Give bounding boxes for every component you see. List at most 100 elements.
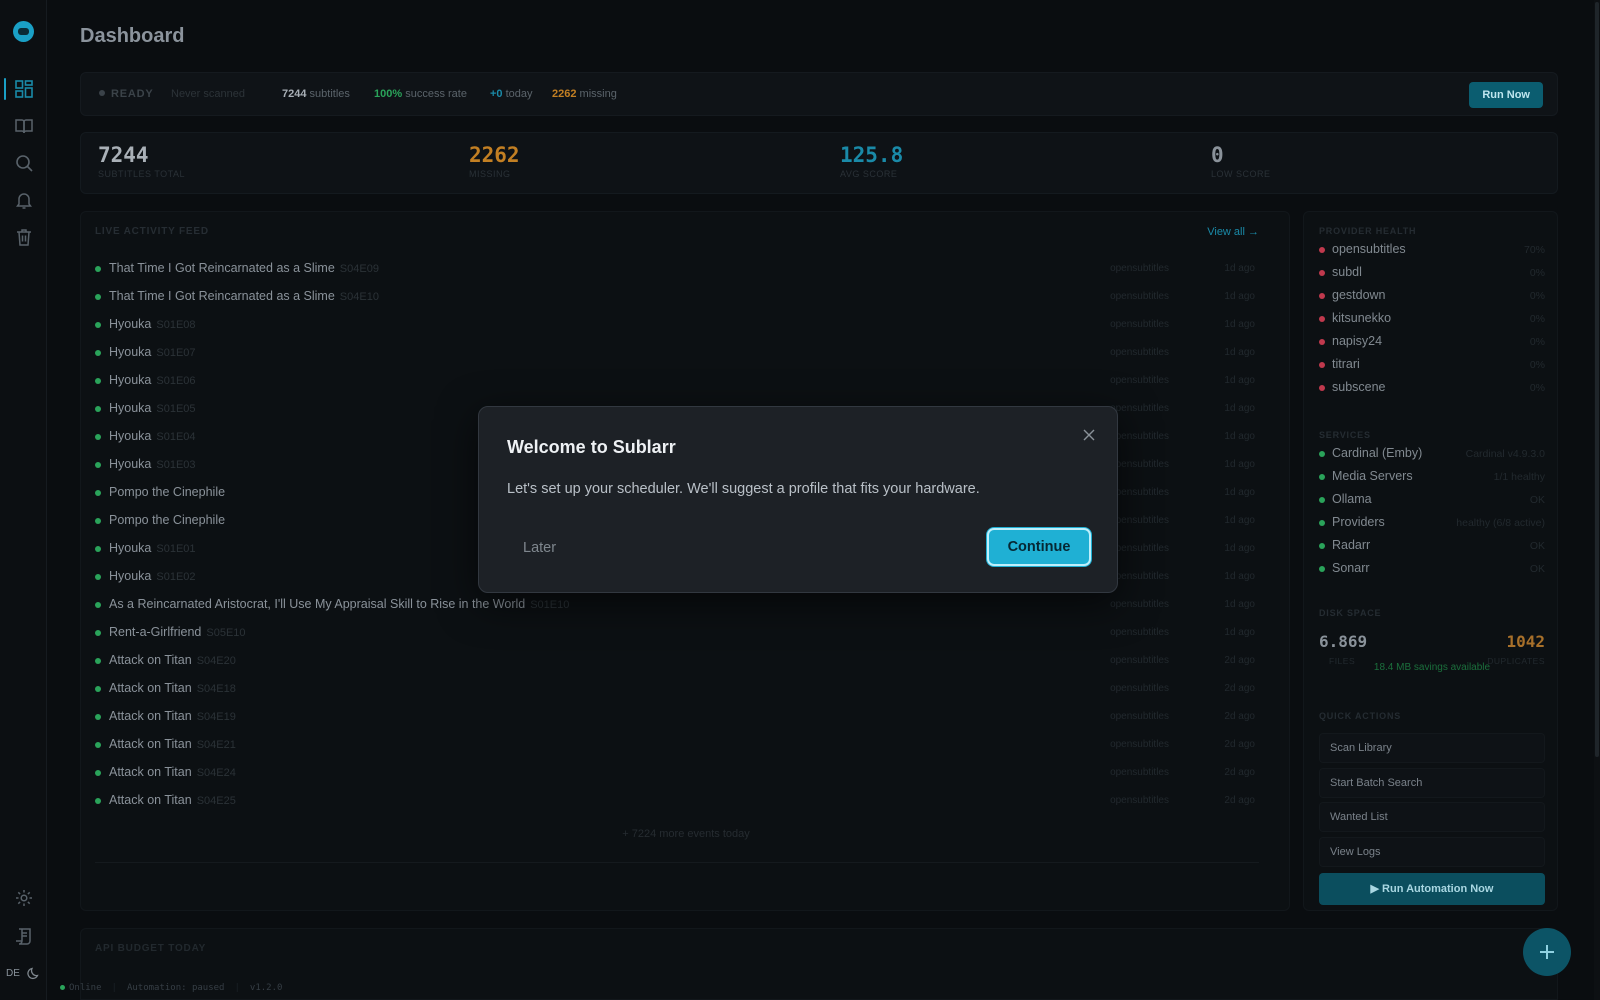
service-name: Cardinal (Emby) bbox=[1332, 446, 1423, 460]
feed-item-time: 2d ago bbox=[1224, 767, 1255, 778]
continue-button[interactable]: Continue bbox=[987, 528, 1091, 566]
today-count: +0 today bbox=[490, 88, 533, 100]
scan-status-bar: READY Never scanned 7244 subtitles 100% … bbox=[80, 72, 1558, 116]
start-batch-search-button[interactable]: Start Batch Search bbox=[1319, 768, 1545, 798]
feed-item-episode: S05E10 bbox=[206, 627, 246, 639]
status-dot bbox=[1319, 520, 1325, 526]
success-dot bbox=[95, 322, 101, 328]
success-dot bbox=[95, 798, 101, 804]
stat-subtitles-total: 7244 SUBTITLES TOTAL bbox=[98, 143, 185, 179]
welcome-modal: Welcome to Sublarr Let's set up your sch… bbox=[478, 406, 1118, 593]
feed-item-source: opensubtitles bbox=[1110, 347, 1169, 358]
scan-library-button[interactable]: Scan Library bbox=[1319, 733, 1545, 763]
feed-row[interactable]: Hyouka S01E07 opensubtitles 1d ago bbox=[95, 343, 1255, 363]
theme-moon-icon[interactable] bbox=[27, 966, 41, 980]
feed-item-source: opensubtitles bbox=[1110, 403, 1169, 414]
feed-item-episode: S01E07 bbox=[156, 347, 196, 359]
feed-row[interactable]: Rent-a-Girlfriend S05E10 opensubtitles 1d a… bbox=[95, 623, 1255, 643]
feed-item-time: 1d ago bbox=[1224, 403, 1255, 414]
feed-item-episode: S04E09 bbox=[339, 263, 379, 275]
feed-item-time: 1d ago bbox=[1224, 263, 1255, 274]
trash-icon[interactable] bbox=[13, 226, 35, 248]
feed-row[interactable]: Hyouka S01E06 opensubtitles 1d ago bbox=[95, 371, 1255, 391]
feed-row[interactable]: Attack on Titan S04E18 opensubtitles 2d ago bbox=[95, 679, 1255, 699]
feed-item-time: 2d ago bbox=[1224, 739, 1255, 750]
later-button[interactable]: Later bbox=[507, 531, 573, 565]
feed-row[interactable]: Attack on Titan S04E24 opensubtitles 2d ago bbox=[95, 763, 1255, 783]
feed-item-title: That Time I Got Reincarnated as a Slime S… bbox=[109, 289, 379, 303]
search-icon[interactable] bbox=[13, 152, 35, 174]
app-logo[interactable] bbox=[13, 21, 34, 42]
settings-gear-icon[interactable] bbox=[13, 887, 35, 909]
missing-count: 2262 missing bbox=[552, 88, 617, 100]
stat-label: LOW SCORE bbox=[1211, 169, 1271, 179]
success-dot bbox=[95, 602, 101, 608]
success-dot bbox=[95, 714, 101, 720]
success-dot bbox=[95, 574, 101, 580]
feed-item-source: opensubtitles bbox=[1110, 767, 1169, 778]
view-all-link[interactable]: View all → bbox=[1207, 226, 1259, 238]
feed-row[interactable]: That Time I Got Reincarnated as a Slime S… bbox=[95, 259, 1255, 279]
success-dot bbox=[95, 266, 101, 272]
service-status: OK bbox=[1529, 540, 1545, 552]
divider bbox=[95, 862, 1259, 863]
provider-name: subdl bbox=[1332, 265, 1362, 279]
feed-item-time: 1d ago bbox=[1224, 627, 1255, 638]
disk-duplicates-value: 1042 bbox=[1506, 632, 1545, 651]
service-status: Cardinal v4.9.3.0 bbox=[1465, 448, 1545, 460]
feed-row[interactable]: Attack on Titan S04E21 opensubtitles 2d ago bbox=[95, 735, 1255, 755]
feed-item-time: 2d ago bbox=[1224, 795, 1255, 806]
feed-item-source: opensubtitles bbox=[1110, 599, 1169, 610]
provider-row: subscene 0% bbox=[1319, 379, 1545, 397]
stat-label: AVG SCORE bbox=[840, 169, 898, 179]
feed-item-title: Hyouka S01E08 bbox=[109, 317, 196, 331]
feed-item-title: Hyouka S01E05 bbox=[109, 401, 196, 415]
provider-health-title: PROVIDER HEALTH bbox=[1319, 226, 1417, 236]
feed-item-source: opensubtitles bbox=[1110, 319, 1169, 330]
feed-item-title: Hyouka S01E07 bbox=[109, 345, 196, 359]
savings-text: 18.4 MB savings available bbox=[1373, 662, 1491, 673]
service-status: healthy (6/8 active) bbox=[1456, 517, 1545, 529]
service-name: Radarr bbox=[1332, 538, 1371, 552]
provider-status: 0% bbox=[1529, 313, 1545, 325]
provider-name: titrari bbox=[1332, 357, 1360, 371]
feed-item-source: opensubtitles bbox=[1110, 459, 1169, 470]
feed-item-episode: S01E02 bbox=[156, 571, 196, 583]
stat-value: 7244 bbox=[98, 143, 149, 167]
language-toggle[interactable]: DE bbox=[6, 968, 20, 979]
library-book-icon[interactable] bbox=[13, 115, 35, 137]
feed-item-episode: S04E25 bbox=[196, 795, 236, 807]
success-dot bbox=[95, 378, 101, 384]
feed-row[interactable]: Attack on Titan S04E19 opensubtitles 2d ago bbox=[95, 707, 1255, 727]
feed-item-episode: S04E24 bbox=[196, 767, 236, 779]
success-rate: 100% success rate bbox=[374, 88, 467, 100]
success-dot bbox=[95, 518, 101, 524]
close-icon[interactable] bbox=[1081, 427, 1097, 443]
logs-scroll-icon[interactable] bbox=[13, 925, 35, 947]
feed-item-time: 1d ago bbox=[1224, 291, 1255, 302]
feed-item-time: 1d ago bbox=[1224, 319, 1255, 330]
feed-row[interactable]: Hyouka S01E08 opensubtitles 1d ago bbox=[95, 315, 1255, 335]
wanted-list-button[interactable]: Wanted List bbox=[1319, 802, 1545, 832]
feed-item-episode: S01E06 bbox=[156, 375, 196, 387]
success-dot bbox=[95, 350, 101, 356]
feed-row[interactable]: Attack on Titan S04E25 opensubtitles 2d ago bbox=[95, 791, 1255, 811]
success-dot bbox=[95, 546, 101, 552]
feed-row[interactable]: Attack on Titan S04E20 opensubtitles 2d ago bbox=[95, 651, 1255, 671]
add-fab-button[interactable] bbox=[1523, 928, 1571, 976]
view-logs-button[interactable]: View Logs bbox=[1319, 837, 1545, 867]
run-now-button[interactable]: Run Now bbox=[1469, 82, 1543, 108]
run-automation-button[interactable]: ▶ Run Automation Now bbox=[1319, 873, 1545, 905]
stat-label: SUBTITLES TOTAL bbox=[98, 169, 186, 179]
feed-item-title: Attack on Titan S04E18 bbox=[109, 681, 236, 695]
scrollbar-thumb[interactable] bbox=[1595, 2, 1599, 757]
feed-row[interactable]: That Time I Got Reincarnated as a Slime S… bbox=[95, 287, 1255, 307]
online-dot bbox=[60, 985, 65, 990]
status-dot bbox=[1319, 474, 1325, 480]
feed-row[interactable]: As a Reincarnated Aristocrat, I'll Use M… bbox=[95, 595, 1255, 615]
feed-item-title: Rent-a-Girlfriend S05E10 bbox=[109, 625, 246, 639]
stat-avg-score: 125.8 AVG SCORE bbox=[840, 143, 903, 179]
dashboard-icon[interactable] bbox=[13, 78, 35, 100]
stats-row: 7244 SUBTITLES TOTAL 2262 MISSING 125.8 … bbox=[80, 132, 1558, 194]
bell-icon[interactable] bbox=[13, 189, 35, 211]
